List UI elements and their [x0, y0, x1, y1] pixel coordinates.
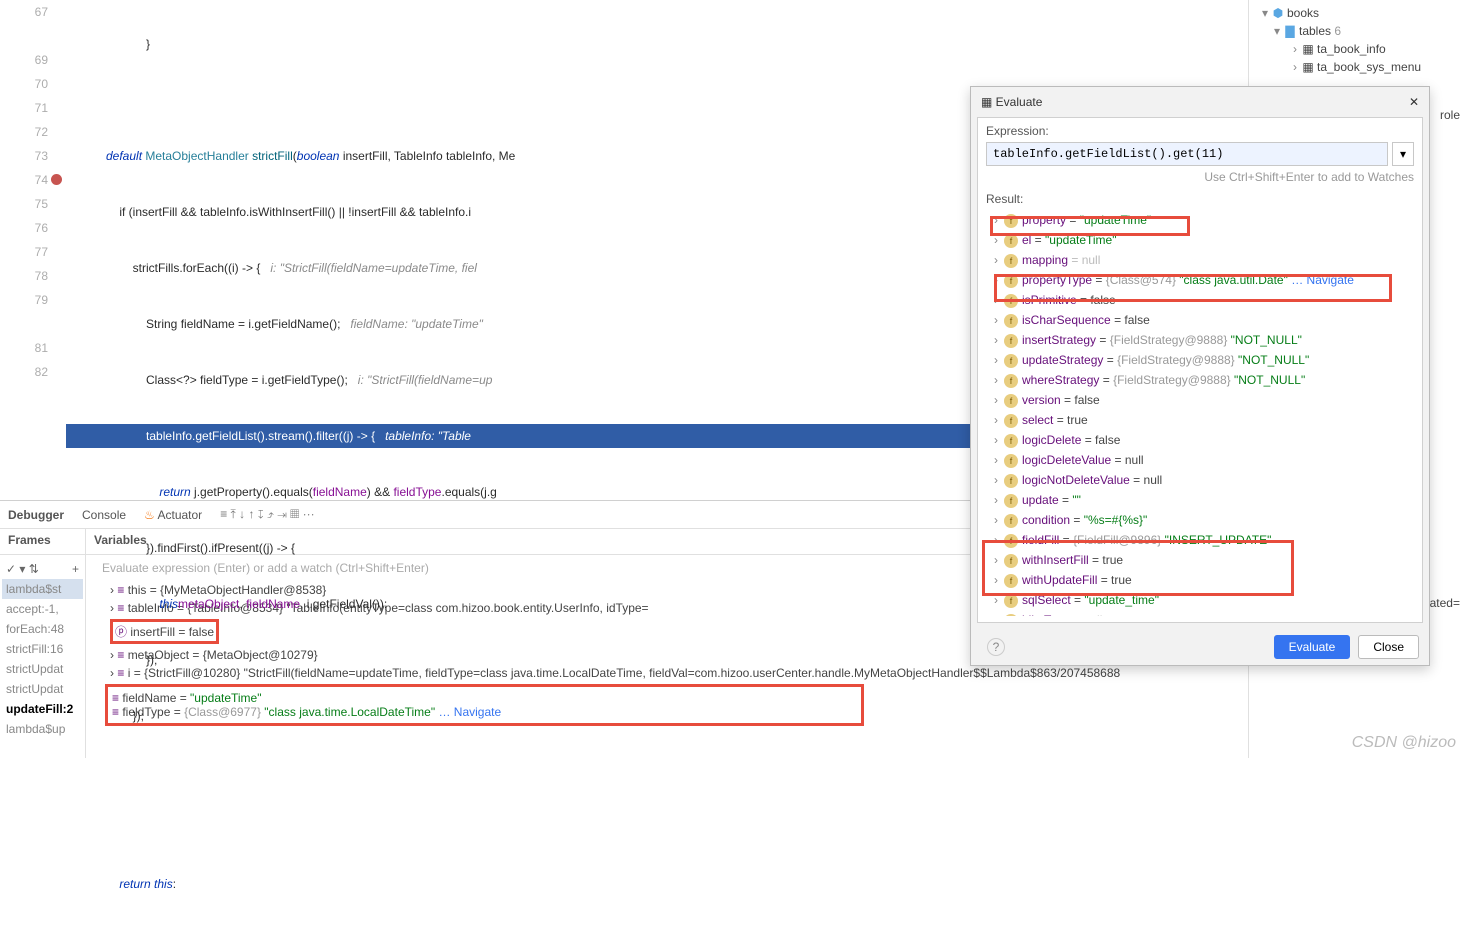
highlight-property — [990, 216, 1190, 236]
highlight-fieldfill — [982, 540, 1294, 596]
line-gutter: 67 697071 7273 74 757677 78798182 — [0, 0, 66, 500]
help-icon[interactable]: ? — [987, 638, 1005, 656]
expr-dropdown[interactable]: ▾ — [1392, 142, 1414, 166]
expression-input[interactable] — [986, 142, 1388, 166]
highlight-propertytype — [994, 274, 1392, 302]
result-label: Result: — [986, 192, 1414, 206]
expression-label: Expression: — [986, 124, 1414, 138]
popup-title: ▦ Evaluate — [981, 95, 1042, 109]
close-icon[interactable]: ✕ — [1409, 95, 1419, 109]
watermark: CSDN @hizoo — [1352, 734, 1456, 752]
evaluate-button[interactable]: Evaluate — [1274, 635, 1351, 659]
close-button[interactable]: Close — [1358, 635, 1419, 659]
shortcut-hint: Use Ctrl+Shift+Enter to add to Watches — [986, 170, 1414, 184]
tab-debugger[interactable]: Debugger — [8, 508, 64, 522]
breakpoint-icon: 74 — [0, 168, 48, 192]
